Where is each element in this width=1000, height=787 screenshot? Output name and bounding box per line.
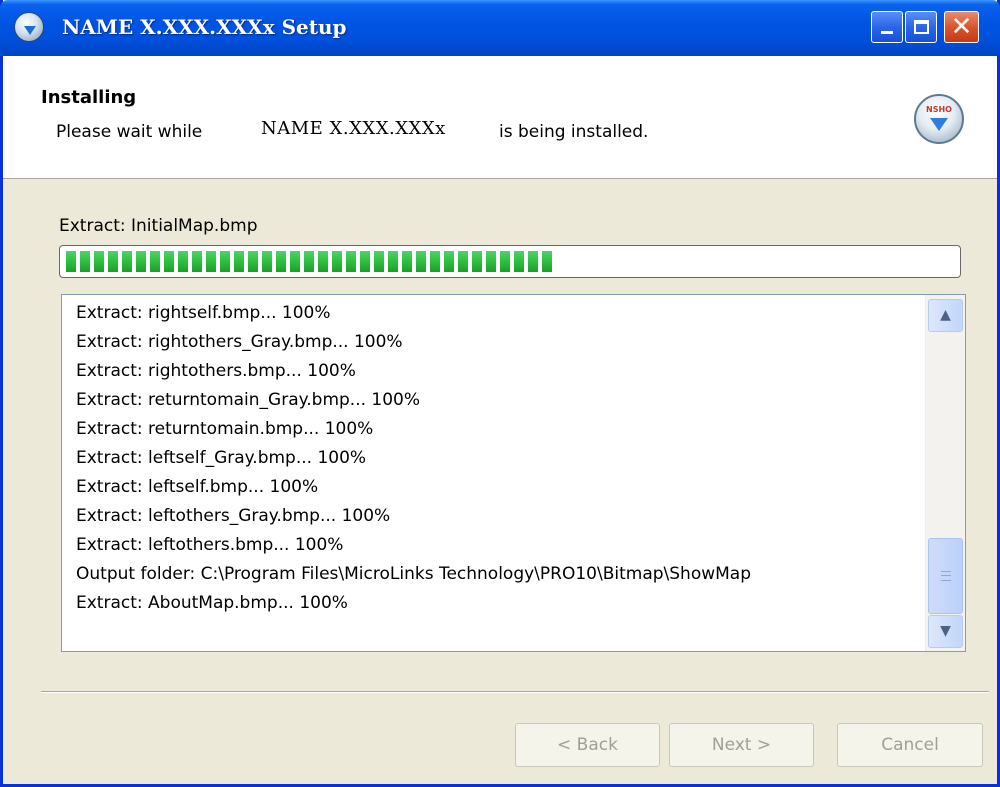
log-line: Extract: rightothers.bmp... 100% [76,361,356,381]
close-icon: ✕ [950,12,973,42]
progress-segment [500,251,510,272]
cancel-button[interactable]: Cancel [837,723,983,767]
progress-segment [304,251,314,272]
log-line: Extract: leftself_Gray.bmp... 100% [76,448,367,468]
progress-segment [94,251,104,272]
progress-segment [290,251,300,272]
log-line: Extract: leftself.bmp... 100% [76,477,319,497]
subtitle-suffix: is being installed. [499,122,649,142]
progress-segment [528,251,538,272]
progress-segment [150,251,160,272]
progress-segment [486,251,496,272]
progress-fill [66,251,954,272]
back-button[interactable]: < Back [515,723,660,767]
progress-segment [472,251,482,272]
progress-segment [206,251,216,272]
progress-segment [262,251,272,272]
log-line: Extract: leftothers.bmp... 100% [76,535,344,555]
logo-text: NSHO [926,105,952,114]
scroll-thumb[interactable] [928,538,963,614]
progress-segment [542,251,552,272]
subtitle-prefix: Please wait while [56,122,203,142]
progress-segment [66,251,76,272]
window-title: NAME X.XXX.XXXx Setup [62,15,347,39]
progress-segment [192,251,202,272]
setup-window: NAME X.XXX.XXXx Setup ✕ Installing Pleas… [0,0,1000,787]
progress-segment [332,251,342,272]
log-scrollbar[interactable]: ▲ ▼ [925,295,965,651]
close-button[interactable]: ✕ [944,11,979,43]
maximize-button[interactable] [905,11,937,43]
log-lines: Extract: rightself.bmp... 100% Extract: r… [76,299,916,619]
progress-bar [59,245,961,278]
status-text: Extract: InitialMap.bmp [59,216,258,236]
page-title: Installing [41,87,137,108]
log-line: Extract: rightothers_Gray.bmp... 100% [76,332,403,352]
header-panel: Installing Please wait while NAME X.XXX.… [3,56,997,179]
details-log[interactable]: Extract: rightself.bmp... 100% Extract: r… [61,294,966,652]
progress-segment [136,251,146,272]
progress-segment [318,251,328,272]
progress-segment [374,251,384,272]
log-line: Extract: AboutMap.bmp... 100% [76,593,348,613]
scroll-down-button[interactable]: ▼ [928,615,963,648]
title-bar[interactable]: NAME X.XXX.XXXx Setup ✕ [0,0,1000,56]
progress-segment [248,251,258,272]
progress-segment [402,251,412,272]
product-name: NAME X.XXX.XXXx [261,118,446,139]
footer-separator [41,691,989,693]
minimize-icon [872,12,902,42]
log-line: Output folder: C:\Program Files\MicroLin… [76,564,752,584]
progress-segment [430,251,440,272]
progress-segment [178,251,188,272]
installer-logo-icon: NSHO [914,94,964,144]
progress-segment [458,251,468,272]
progress-segment [360,251,370,272]
progress-segment [122,251,132,272]
progress-segment [444,251,454,272]
chevron-down-icon: ▼ [940,623,951,639]
progress-segment [388,251,398,272]
progress-segment [220,251,230,272]
progress-segment [80,251,90,272]
progress-segment [276,251,286,272]
log-line: Extract: returntomain.bmp... 100% [76,419,374,439]
log-line: Extract: InitialMap.bmp [76,618,916,619]
chevron-up-icon: ▲ [940,307,951,323]
minimize-button[interactable] [871,11,903,43]
maximize-icon [906,12,936,42]
progress-segment [346,251,356,272]
installer-app-icon [14,12,44,42]
log-line: Extract: returntomain_Gray.bmp... 100% [76,390,421,410]
log-line: Extract: leftothers_Gray.bmp... 100% [76,506,391,526]
progress-segment [164,251,174,272]
next-button[interactable]: Next > [669,723,814,767]
progress-segment [416,251,426,272]
log-line: Extract: rightself.bmp... 100% [76,303,331,323]
progress-segment [514,251,524,272]
scroll-up-button[interactable]: ▲ [928,299,963,332]
progress-segment [108,251,118,272]
progress-segment [234,251,244,272]
